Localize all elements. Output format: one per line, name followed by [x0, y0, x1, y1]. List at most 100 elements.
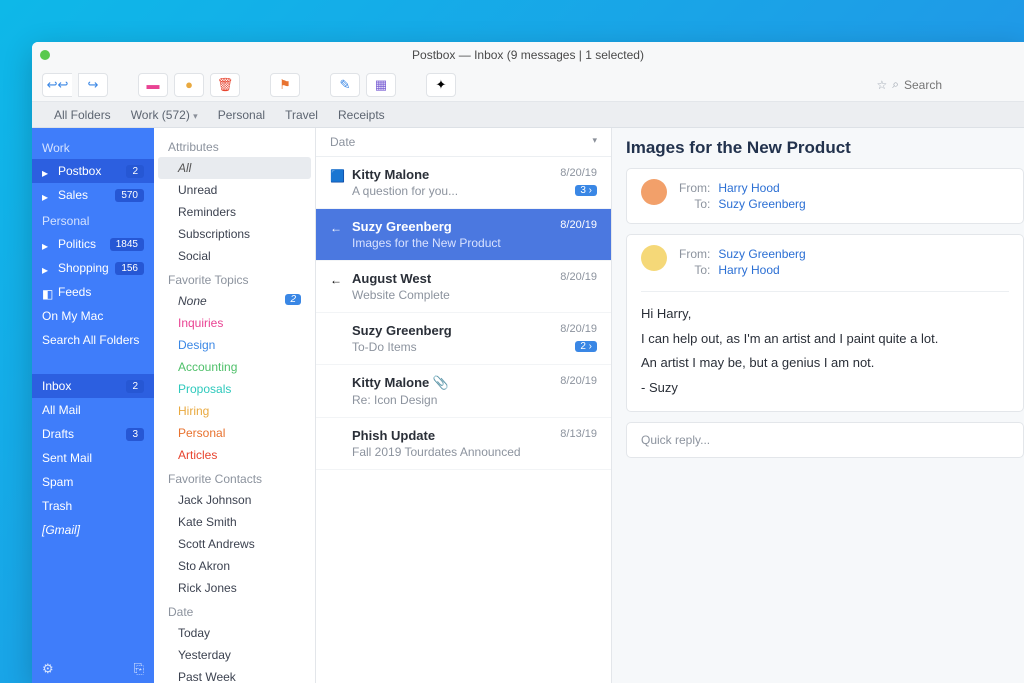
message-item[interactable]: ←August WestWebsite Complete8/20/19 — [316, 261, 611, 313]
attachment-icon: 📎 — [433, 375, 449, 390]
message-item[interactable]: ←Suzy GreenbergImages for the New Produc… — [316, 209, 611, 261]
traffic-light-green[interactable] — [40, 50, 50, 60]
folder-icon: ◧ — [42, 287, 52, 297]
archive-button[interactable]: ▬ — [138, 73, 168, 97]
sidebar-item-label: Drafts — [42, 427, 74, 441]
sidebar-item-label: Feeds — [58, 285, 91, 299]
panel-item[interactable]: Proposals — [154, 378, 315, 400]
count-badge: 2 — [126, 165, 144, 178]
sidebar-item[interactable]: Spam — [32, 470, 154, 494]
from-value[interactable]: Suzy Greenberg — [718, 247, 805, 261]
panel-section-header: Attributes — [154, 134, 315, 157]
list-header[interactable]: Date — [330, 135, 355, 149]
filter-work[interactable]: Work (572) ▾ — [131, 108, 198, 122]
star-icon[interactable]: ☆ — [877, 78, 888, 92]
message-subject: A question for you... — [352, 184, 597, 198]
sidebar-item[interactable]: Inbox2 — [32, 374, 154, 398]
panel-item[interactable]: Hiring — [154, 400, 315, 422]
message-subject: Fall 2019 Tourdates Announced — [352, 445, 597, 459]
panel-item[interactable]: Kate Smith — [154, 511, 315, 533]
panel-item[interactable]: Scott Andrews — [154, 533, 315, 555]
folder-icon: ▸ — [42, 166, 52, 176]
compose-button[interactable]: ✎ — [330, 73, 360, 97]
message-item[interactable]: Kitty Malone 📎Re: Icon Design8/20/19 — [316, 365, 611, 418]
message-subject: Re: Icon Design — [352, 393, 597, 407]
flag-button[interactable]: ⚑ — [270, 73, 300, 97]
panel-item[interactable]: Subscriptions — [154, 223, 315, 245]
sidebar-item-label: [Gmail] — [42, 523, 80, 537]
filter-travel[interactable]: Travel — [285, 108, 318, 122]
sidebar-item-label: Postbox — [58, 164, 101, 178]
search-icon: ⌕ — [892, 77, 899, 92]
titlebar: Postbox — Inbox (9 messages | 1 selected… — [32, 42, 1024, 68]
sidebar-item[interactable]: Search All Folders — [32, 328, 154, 352]
message-date: 8/20/19 — [560, 167, 597, 179]
panel-item[interactable]: Yesterday — [154, 644, 315, 666]
panel-item[interactable]: Past Week — [154, 666, 315, 683]
message-item[interactable]: Phish UpdateFall 2019 Tourdates Announce… — [316, 418, 611, 470]
reading-pane: Images for the New ProductFrom:Harry Hoo… — [612, 128, 1024, 683]
clean-button[interactable]: ✦ — [426, 73, 456, 97]
toolbar: ↩↩ ↪ ▬ ● 🗑 ⚑ ✎ ▦ ✦ ☆ ⌕ — [32, 68, 1024, 102]
app-window: Postbox — Inbox (9 messages | 1 selected… — [32, 42, 1024, 683]
quick-reply-input[interactable]: Quick reply... — [626, 422, 1024, 458]
search-input[interactable] — [904, 78, 1014, 92]
sidebar-item[interactable]: Drafts3 — [32, 422, 154, 446]
panel-item[interactable]: Inquiries — [154, 312, 315, 334]
sidebar-item[interactable]: [Gmail] — [32, 518, 154, 542]
panel-item[interactable]: Social — [154, 245, 315, 267]
sidebar-item-label: All Mail — [42, 403, 81, 417]
message-date: 8/13/19 — [560, 428, 597, 440]
sidebar-item[interactable]: ▸Politics1845 — [32, 232, 154, 256]
message-status-icon: ← — [330, 273, 342, 287]
panel-item[interactable]: Unread — [154, 179, 315, 201]
delete-button[interactable]: 🗑 — [210, 73, 240, 97]
panel-item[interactable]: None2 — [154, 290, 315, 312]
panel-item[interactable]: Jack Johnson — [154, 489, 315, 511]
message-item[interactable]: 🟦Kitty MaloneA question for you...8/20/1… — [316, 157, 611, 209]
count-badge: 1845 — [110, 238, 144, 251]
spam-button[interactable]: ● — [174, 73, 204, 97]
chevron-down-icon[interactable]: ▾ — [592, 135, 597, 149]
compose-icon[interactable]: ⎘ — [134, 661, 144, 677]
sidebar-item-label: Search All Folders — [42, 333, 139, 347]
message-subject: Images for the New Product — [352, 236, 597, 250]
sidebar-item-label: Shopping — [58, 261, 109, 275]
panel-item[interactable]: Sto Akron — [154, 555, 315, 577]
sidebar-item[interactable]: ◧ Feeds — [32, 280, 154, 304]
panel-item[interactable]: Articles — [154, 444, 315, 466]
panel-item[interactable]: Design — [154, 334, 315, 356]
count-badge: 570 — [115, 189, 144, 202]
sidebar-item[interactable]: ▸Shopping156 — [32, 256, 154, 280]
panel-item[interactable]: Accounting — [154, 356, 315, 378]
sidebar-item-label: Spam — [42, 475, 73, 489]
sidebar-item[interactable]: On My Mac — [32, 304, 154, 328]
filter-all-folders[interactable]: All Folders — [54, 108, 111, 122]
message-card: From:Suzy GreenbergTo:Harry HoodHi Harry… — [626, 234, 1024, 412]
message-item[interactable]: Suzy GreenbergTo-Do Items8/20/192 › — [316, 313, 611, 365]
settings-icon[interactable]: ⚙ — [42, 661, 54, 677]
sidebar-item[interactable]: ▸ Postbox 2 — [32, 159, 154, 183]
to-label: To: — [679, 197, 716, 211]
reply-all-button[interactable]: ↩↩ — [42, 73, 72, 97]
message-body: Hi Harry,I can help out, as I'm an artis… — [641, 291, 1009, 401]
sidebar-item[interactable]: Trash — [32, 494, 154, 518]
forward-button[interactable]: ↪ — [78, 73, 108, 97]
panel-item[interactable]: Today — [154, 622, 315, 644]
filter-receipts[interactable]: Receipts — [338, 108, 385, 122]
contacts-button[interactable]: ▦ — [366, 73, 396, 97]
panel-item[interactable]: All — [158, 157, 311, 179]
sidebar-item[interactable]: All Mail — [32, 398, 154, 422]
count-badge: 156 — [115, 262, 144, 275]
panel-item[interactable]: Reminders — [154, 201, 315, 223]
sidebar-item[interactable]: Sent Mail — [32, 446, 154, 470]
sidebar-item[interactable]: ▸Sales570 — [32, 183, 154, 207]
filter-personal[interactable]: Personal — [218, 108, 265, 122]
from-value[interactable]: Harry Hood — [718, 181, 805, 195]
panel-item[interactable]: Personal — [154, 422, 315, 444]
to-value[interactable]: Harry Hood — [718, 263, 805, 277]
sidebar-item-label: Sales — [58, 188, 88, 202]
to-value[interactable]: Suzy Greenberg — [718, 197, 805, 211]
message-title: Images for the New Product — [626, 138, 1024, 158]
panel-item[interactable]: Rick Jones — [154, 577, 315, 599]
